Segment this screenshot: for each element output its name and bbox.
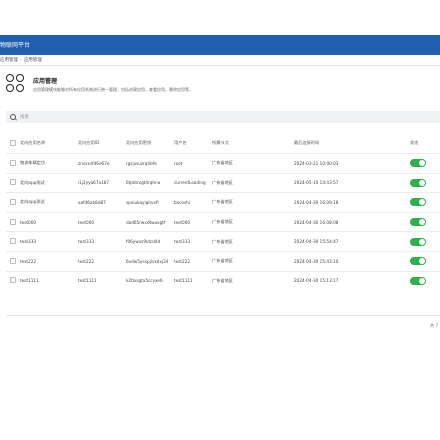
column-header: 状态	[410, 140, 419, 145]
table-row[interactable]: test1111 test1111 k2tlxsgtx5ccyxe6 test1…	[6, 270, 440, 291]
app-name-cell: test222	[20, 250, 78, 272]
row-checkbox[interactable]	[10, 238, 16, 245]
last-connect-cell: 2024-04-30 16:08:08	[294, 211, 410, 232]
status-toggle[interactable]	[410, 218, 426, 227]
username-cell: test1111	[174, 270, 212, 291]
table-row[interactable]: 物流车辆定位 znsxxsfd6e67e rgsjxsuzrqhbfe root…	[6, 153, 440, 174]
last-connect-cell: 2024-03-21 10:40:03	[294, 153, 410, 174]
username-cell: test222	[174, 250, 212, 272]
app-secret-cell: k2tlxsgtx5ccyxe6	[126, 270, 174, 291]
app-name-cell: 北向app测试	[20, 192, 78, 213]
last-connect-cell: 2024-05-10 14:43:57	[294, 172, 410, 193]
app-secret-cell: 6xdw5ysxpjisxdxj34	[126, 250, 174, 272]
select-all-cell	[6, 133, 20, 154]
table-row[interactable]: test222 test222 6xdw5ysxpjisxdxj34 test2…	[6, 250, 440, 272]
row-checkbox[interactable]	[10, 159, 16, 166]
app-name-cell: 物流车辆定位	[20, 153, 78, 174]
status-toggle[interactable]	[410, 198, 426, 207]
app-id-cell: test333	[78, 231, 126, 252]
app-name-cell: test000	[20, 211, 78, 232]
column-header: 北向应用密钥	[126, 140, 152, 145]
search-bar	[6, 111, 440, 123]
table-row[interactable]: 北向app测试 i1j2yya67a187 6tpktrxgt4rqhna cu…	[6, 172, 440, 193]
select-all-checkbox[interactable]	[10, 139, 16, 146]
app-name-cell: 北向app测试	[20, 172, 78, 193]
username-cell: test333	[174, 231, 212, 252]
app-secret-cell: spxiukayiqhvxfi	[126, 192, 174, 213]
status-toggle[interactable]	[410, 276, 426, 285]
status-toggle[interactable]	[410, 257, 426, 266]
app-secret-cell: dad65rwxdtwaxgtf	[126, 211, 174, 232]
column-header: 最后连接时间	[294, 140, 320, 145]
node-cell: 广东省地区	[212, 192, 294, 213]
status-toggle[interactable]	[410, 178, 426, 187]
breadcrumb: 应用管理 › 应用管理	[0, 58, 42, 63]
username-cell: root	[174, 153, 212, 174]
row-checkbox[interactable]	[10, 179, 16, 186]
app-name-cell: test333	[20, 231, 78, 252]
node-cell: 广东省地区	[212, 211, 294, 232]
search-icon	[10, 114, 16, 120]
table-row[interactable]: test000 test000 dad65rwxdtwaxgtf test000…	[6, 211, 440, 232]
column-header: 所属节点	[212, 140, 229, 145]
node-cell: 广东省地区	[212, 231, 294, 252]
app-secret-cell: rgsjxsuzrqhbfe	[126, 153, 174, 174]
status-toggle[interactable]	[410, 159, 426, 168]
row-checkbox[interactable]	[10, 277, 16, 284]
app-id-cell: i1j2yya67a187	[78, 172, 126, 193]
divider	[0, 65, 440, 66]
app-id-cell: test222	[78, 250, 126, 272]
table-row[interactable]: test333 test333 f06ywxs9ldcd4d test333 广…	[6, 231, 440, 252]
column-header: 用户名	[174, 140, 187, 145]
node-cell: 广东省地区	[212, 153, 294, 174]
app-id-cell: test000	[78, 211, 126, 232]
node-cell: 广东省地区	[212, 250, 294, 272]
username-cell: currentLoading	[174, 172, 212, 193]
last-connect-cell: 2024-04-30 15:13:17	[294, 270, 410, 291]
page-description: 应用管理模块能够对所有应用系统进行统一管理，包括创建应用，查看应用，删除应用等。	[33, 87, 193, 92]
top-bar: 物联网平台	[0, 35, 440, 55]
node-cell: 广东省地区	[212, 270, 294, 291]
search-input[interactable]	[20, 112, 320, 122]
divider	[6, 315, 440, 316]
row-checkbox[interactable]	[10, 198, 16, 205]
table-row[interactable]: 北向app测试 aafd6ab8d87 spxiukayiqhvxfi bxce…	[6, 192, 440, 213]
app-management-icon	[6, 74, 26, 94]
username-cell: test000	[174, 211, 212, 232]
app-title: 物联网平台	[0, 42, 31, 49]
page-title: 应用管理	[33, 78, 58, 85]
breadcrumb-item: 应用管理	[23, 58, 42, 63]
column-header: 北向应用ID	[78, 140, 100, 145]
last-connect-cell: 2024-04-30 15:43:10	[294, 250, 410, 272]
app-secret-cell: 6tpktrxgt4rqhna	[126, 172, 174, 193]
status-toggle[interactable]	[410, 237, 426, 246]
app-id-cell: test1111	[78, 270, 126, 291]
app-id-cell: znsxxsfd6e67e	[78, 153, 126, 174]
pagination-total: 共 7	[430, 323, 438, 328]
app-secret-cell: f06ywxs9ldcd4d	[126, 231, 174, 252]
breadcrumb-item[interactable]: 应用管理	[0, 58, 18, 63]
table-header-row: 北向应用名称 北向应用ID 北向应用密钥 用户名 所属节点 最后连接时间 状态	[6, 133, 440, 154]
username-cell: bxceshi	[174, 192, 212, 213]
column-header: 北向应用名称	[20, 140, 46, 145]
app-name-cell: test1111	[20, 270, 78, 291]
node-cell: 广东省地区	[212, 172, 294, 193]
app-id-cell: aafd6ab8d87	[78, 192, 126, 213]
last-connect-cell: 2024-04-30 15:54:47	[294, 231, 410, 252]
row-checkbox[interactable]	[10, 257, 16, 264]
row-checkbox[interactable]	[10, 218, 16, 225]
last-connect-cell: 2024-04-30 16:09:18	[294, 192, 410, 213]
apps-table: 北向应用名称 北向应用ID 北向应用密钥 用户名 所属节点 最后连接时间 状态 …	[6, 133, 440, 291]
